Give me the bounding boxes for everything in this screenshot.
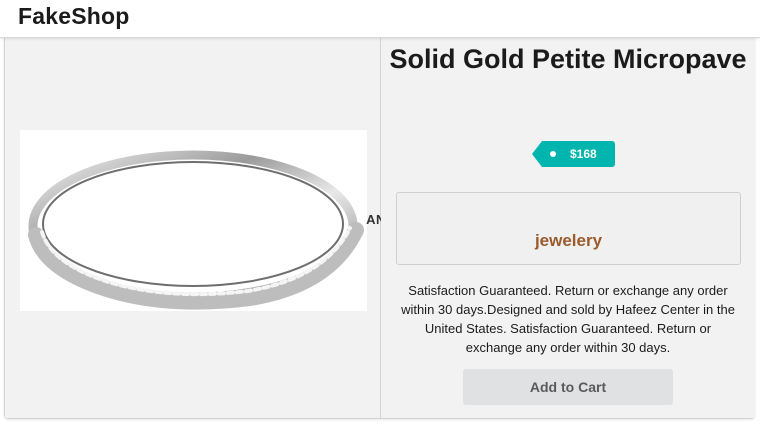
product-details-column: Solid Gold Petite Micropave $168 jeweler… bbox=[381, 38, 755, 418]
product-image bbox=[20, 130, 367, 311]
add-to-cart-button[interactable]: Add to Cart bbox=[463, 369, 673, 405]
price-label: $168 bbox=[542, 141, 615, 167]
category-segment: jewelery bbox=[396, 192, 741, 265]
price-tag: $168 bbox=[532, 141, 615, 167]
product-title: Solid Gold Petite Micropave bbox=[389, 44, 747, 74]
tag-icon bbox=[532, 141, 542, 167]
tag-hole-icon bbox=[550, 151, 556, 157]
top-navbar: FakeShop bbox=[0, 0, 760, 38]
price-value: $168 bbox=[570, 147, 597, 161]
product-image-column: AND bbox=[5, 38, 395, 418]
product-card: AND Solid Gold Petite Micropave $168 jew… bbox=[4, 38, 755, 419]
product-description: Satisfaction Guaranteed. Return or excha… bbox=[401, 283, 735, 355]
category-label: jewelery bbox=[534, 231, 603, 250]
brand-logo[interactable]: FakeShop bbox=[18, 3, 130, 30]
